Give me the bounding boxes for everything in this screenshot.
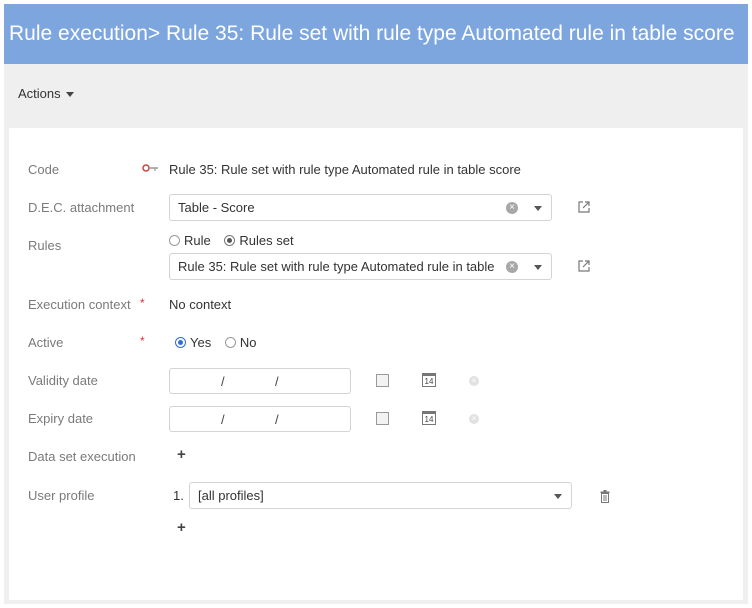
radio-rule-label: Rule bbox=[184, 233, 211, 248]
radio-rule[interactable]: Rule bbox=[169, 233, 211, 248]
user-profile-select[interactable]: [all profiles] bbox=[189, 482, 572, 509]
page-title: Rule execution> Rule 35: Rule set with r… bbox=[4, 4, 748, 64]
execution-context-value: No context bbox=[169, 297, 232, 312]
required-mark: * bbox=[140, 296, 145, 310]
dec-attachment-label: D.E.C. attachment bbox=[28, 200, 135, 215]
add-data-set-button[interactable]: + bbox=[177, 446, 186, 463]
rules-radio-group: Rule Rules set bbox=[169, 233, 294, 248]
form-card: Code Rule 35: Rule set with rule type Au… bbox=[9, 128, 743, 600]
active-radio-group: Yes No bbox=[175, 335, 256, 350]
dec-attachment-select[interactable]: Table - Score × bbox=[169, 194, 552, 221]
radio-no[interactable]: No bbox=[224, 335, 257, 350]
calendar-day-icon[interactable]: 14 bbox=[422, 411, 436, 425]
radio-circle[interactable] bbox=[169, 235, 180, 246]
code-value: Rule 35: Rule set with rule type Automat… bbox=[169, 162, 521, 177]
actions-menu[interactable]: Actions bbox=[18, 86, 74, 101]
radio-rules-set-label: Rules set bbox=[239, 233, 294, 248]
rules-value: Rule 35: Rule set with rule type Automat… bbox=[178, 259, 498, 274]
add-user-profile-button[interactable]: + bbox=[177, 519, 186, 536]
validity-date-input[interactable]: / / bbox=[169, 368, 351, 394]
required-mark: * bbox=[140, 334, 145, 348]
clear-icon: × bbox=[469, 414, 479, 424]
calendar-icon[interactable] bbox=[376, 412, 389, 425]
date-separator: / bbox=[275, 374, 279, 389]
key-icon bbox=[142, 164, 158, 172]
radio-yes[interactable]: Yes bbox=[175, 335, 211, 350]
data-set-execution-label: Data set execution bbox=[28, 449, 136, 464]
clear-icon[interactable]: × bbox=[506, 202, 518, 214]
external-link-icon[interactable] bbox=[577, 259, 591, 273]
chevron-down-icon[interactable] bbox=[534, 206, 542, 211]
chevron-down-icon[interactable] bbox=[554, 494, 562, 499]
radio-circle[interactable] bbox=[224, 337, 236, 348]
radio-rules-set[interactable]: Rules set bbox=[224, 233, 294, 248]
user-profile-value: [all profiles] bbox=[198, 488, 264, 503]
page-container: Rule execution> Rule 35: Rule set with r… bbox=[4, 4, 748, 604]
chevron-down-icon[interactable] bbox=[534, 265, 542, 270]
external-link-icon[interactable] bbox=[577, 200, 591, 214]
code-label: Code bbox=[28, 162, 60, 177]
radio-circle-selected[interactable] bbox=[175, 337, 186, 348]
expiry-date-label: Expiry date bbox=[28, 411, 94, 426]
date-separator: / bbox=[221, 374, 225, 389]
execution-context-label: Execution context bbox=[28, 297, 131, 312]
caret-down-icon bbox=[65, 92, 74, 98]
dec-attachment-value: Table - Score bbox=[178, 200, 255, 215]
rules-label: Rules bbox=[28, 238, 62, 253]
trash-icon[interactable] bbox=[600, 490, 610, 503]
rules-select[interactable]: Rule 35: Rule set with rule type Automat… bbox=[169, 253, 552, 280]
actions-label: Actions bbox=[18, 86, 61, 101]
radio-yes-label: Yes bbox=[190, 335, 212, 350]
date-separator: / bbox=[221, 412, 225, 427]
validity-date-label: Validity date bbox=[28, 373, 98, 388]
clear-icon: × bbox=[469, 376, 479, 386]
calendar-day-icon[interactable]: 14 bbox=[422, 373, 436, 387]
calendar-icon[interactable] bbox=[376, 374, 389, 387]
expiry-date-input[interactable]: / / bbox=[169, 406, 351, 432]
radio-circle-selected[interactable] bbox=[224, 235, 236, 246]
date-separator: / bbox=[275, 412, 279, 427]
radio-no-label: No bbox=[239, 335, 257, 350]
active-label: Active bbox=[28, 335, 64, 350]
user-profile-index: 1. bbox=[173, 488, 184, 503]
clear-icon[interactable]: × bbox=[506, 261, 518, 273]
user-profile-label: User profile bbox=[28, 488, 95, 503]
